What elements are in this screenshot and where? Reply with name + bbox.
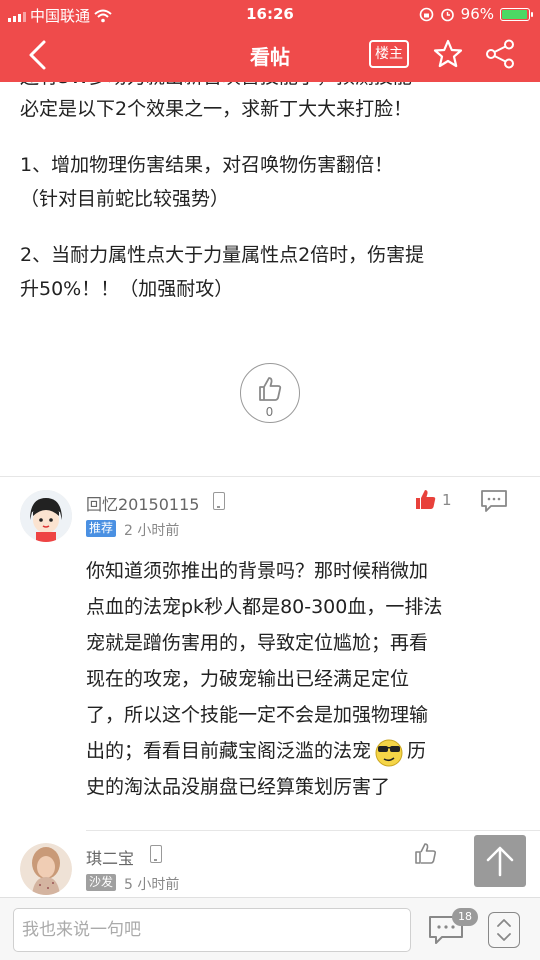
post-line: 升50%！！（加强耐攻）: [20, 278, 234, 300]
scroll-to-top-button[interactable]: [474, 835, 526, 887]
bottom-bar: 我也来说一句吧 18: [0, 897, 540, 960]
phone-icon: [150, 845, 162, 863]
sofa-badge: 沙发: [86, 874, 117, 891]
reply-icon[interactable]: [480, 489, 508, 513]
comment-like-count: 1: [442, 491, 452, 509]
comment-line: 历: [407, 740, 427, 762]
battery-icon: [500, 7, 533, 21]
thumbs-up-icon: [259, 377, 282, 401]
recommend-badge: 推荐: [86, 520, 117, 537]
phone-icon: [213, 492, 225, 510]
star-icon[interactable]: [432, 38, 464, 70]
comment-line: 了，所以这个技能一定不会是加强物理输: [86, 704, 429, 726]
post-line: 必定是以下2个效果之一，求新丁大大来打脸！: [20, 98, 413, 120]
comment-count-badge: 18: [452, 908, 478, 926]
comment-line: 史的淘汰品没崩盘已经算策划厉害了: [86, 776, 391, 798]
section-divider: [0, 476, 540, 477]
reply-input[interactable]: 我也来说一句吧: [13, 908, 411, 952]
alarm-icon: [440, 8, 454, 21]
comment-time: 5 小时前: [124, 877, 180, 893]
comment-username[interactable]: 回忆20150115: [86, 491, 199, 515]
comment-username[interactable]: 琪二宝: [86, 845, 134, 869]
comment-line: 你知道须弥推出的背景吗？那时候稍微加: [86, 560, 429, 582]
thumbs-up-icon[interactable]: [415, 843, 437, 865]
owner-only-button[interactable]: 楼主: [369, 40, 409, 68]
comment-line: 现在的攻宠，力破宠输出已经满足定位: [86, 668, 410, 690]
post-partial-line: 还有3W多场力就出新召唤兽技能了，预测技能: [20, 82, 520, 92]
share-icon[interactable]: [484, 38, 516, 70]
post-content: 还有3W多场力就出新召唤兽技能了，预测技能 必定是以下2个效果之一，求新丁大大来…: [20, 82, 520, 306]
post-line: 1、增加物理伤害结果，对召唤物伤害翻倍！: [20, 154, 394, 176]
post-line: 2、当耐力属性点大于力量属性点2倍时，伤害提: [20, 244, 425, 266]
comment-line: 点血的法宠pk秒人都是80-300血，一排法: [86, 596, 443, 618]
battery-percent: 96%: [460, 5, 494, 23]
comment-text: 你知道须弥推出的背景吗？那时候稍微加 点血的法宠pk秒人都是80-300血，一排…: [86, 553, 526, 805]
post-line: （针对目前蛇比较强势）: [20, 188, 230, 210]
comment-line: 出的；看看目前藏宝阁泛滥的法宠: [86, 740, 372, 762]
thumbs-up-icon[interactable]: [415, 489, 437, 511]
comment-divider: [86, 830, 540, 831]
page-jump-button[interactable]: [488, 912, 520, 948]
avatar[interactable]: [20, 843, 72, 895]
sunglasses-emoji-icon: [375, 739, 403, 766]
up-down-chevron-icon: [497, 919, 511, 941]
post-like-count: 0: [265, 405, 274, 419]
top-bar: 中国联通 16:26 96% 看帖 楼主: [0, 0, 540, 82]
nav-bar: 看帖 楼主: [0, 28, 540, 82]
comment-line: 宠就是蹭伤害用的，导致定位尴尬；再看: [86, 632, 429, 654]
avatar[interactable]: [20, 490, 72, 542]
status-bar: 中国联通 16:26 96%: [0, 0, 540, 28]
comment-time: 2 小时前: [124, 523, 180, 539]
arrow-up-icon: [486, 846, 514, 877]
rotation-lock-icon: [419, 7, 433, 21]
post-like-button[interactable]: 0: [240, 363, 300, 423]
